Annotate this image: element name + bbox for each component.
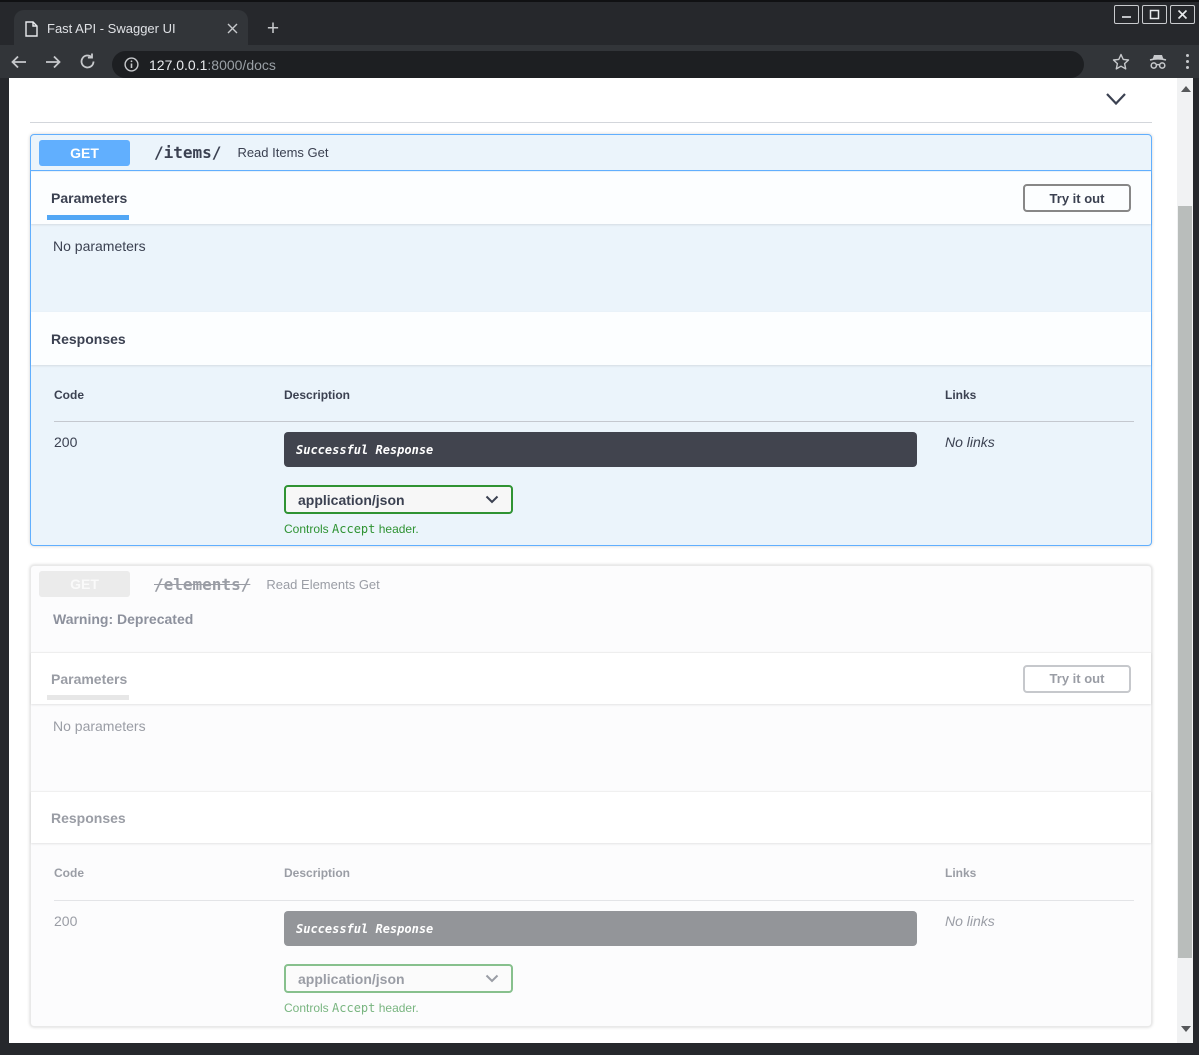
reload-icon[interactable] — [72, 48, 102, 76]
response-description: Successful Response — [296, 922, 433, 936]
chevron-down-icon[interactable] — [1105, 92, 1127, 106]
opblock-get-items: GET /items/ Read Items Get Parameters Tr… — [30, 134, 1152, 546]
response-code: 200 — [54, 434, 77, 450]
forward-arrow-icon[interactable] — [38, 48, 68, 76]
table-divider — [54, 900, 1134, 901]
browser-tab[interactable]: Fast API - Swagger UI — [14, 10, 248, 47]
endpoint-path: /items/ — [154, 143, 221, 162]
hint-suffix: header. — [375, 1001, 418, 1015]
hint-suffix: header. — [375, 522, 418, 536]
section-divider — [30, 122, 1152, 123]
scrollbar-thumb[interactable] — [1178, 206, 1192, 958]
url-bar[interactable]: 127.0.0.1:8000/docs — [112, 51, 1084, 78]
try-it-out-button[interactable]: Try it out — [1023, 665, 1131, 693]
no-parameters-text: No parameters — [53, 718, 146, 734]
hint-prefix: Controls — [284, 1001, 332, 1015]
close-button[interactable] — [1170, 5, 1195, 24]
response-description: Successful Response — [296, 443, 433, 457]
response-links: No links — [945, 434, 995, 450]
hint-prefix: Controls — [284, 522, 332, 536]
url-text: 127.0.0.1:8000/docs — [149, 57, 276, 73]
try-it-out-button[interactable]: Try it out — [1023, 184, 1131, 212]
responses-header: Responses — [31, 791, 1151, 843]
table-divider — [54, 421, 1134, 422]
accept-header-hint: Controls Accept header. — [284, 1001, 419, 1015]
endpoint-summary: Read Items Get — [237, 145, 328, 160]
tab-title: Fast API - Swagger UI — [47, 21, 227, 36]
new-tab-button[interactable]: + — [260, 16, 286, 42]
chevron-down-icon — [485, 974, 499, 983]
response-links: No links — [945, 913, 995, 929]
scrollbar-up-arrow[interactable] — [1181, 86, 1191, 92]
maximize-button[interactable] — [1142, 5, 1167, 24]
chevron-down-icon — [485, 495, 499, 504]
accept-header-hint: Controls Accept header. — [284, 522, 419, 536]
column-header-description: Description — [284, 866, 350, 880]
opblock-get-elements-deprecated: GET /elements/ Read Elements Get Warning… — [30, 565, 1152, 1027]
http-method-badge: GET — [39, 140, 130, 166]
column-header-code: Code — [54, 388, 84, 402]
column-header-description: Description — [284, 388, 350, 402]
opblock-summary[interactable]: GET /elements/ Read Elements Get — [31, 566, 1151, 602]
parameters-header: Parameters Try it out — [31, 652, 1151, 704]
deprecated-warning: Warning: Deprecated — [53, 611, 193, 627]
scrollbar-down-arrow[interactable] — [1181, 1026, 1191, 1032]
hint-code: Accept — [332, 1001, 375, 1015]
responses-title: Responses — [51, 331, 126, 347]
toolbar-right-icons — [1112, 45, 1189, 78]
hint-code: Accept — [332, 522, 375, 536]
kebab-menu-icon[interactable] — [1186, 54, 1189, 69]
opblock-summary[interactable]: GET /items/ Read Items Get — [31, 135, 1151, 171]
media-type-select[interactable]: application/json — [284, 964, 513, 993]
tab-parameters[interactable]: Parameters — [51, 653, 127, 704]
column-header-code: Code — [54, 866, 84, 880]
response-description-box: Successful Response — [284, 432, 917, 467]
document-icon — [24, 21, 38, 37]
responses-header: Responses — [31, 312, 1151, 365]
incognito-icon[interactable] — [1147, 53, 1169, 71]
minimize-button[interactable] — [1114, 5, 1139, 24]
column-header-links: Links — [945, 866, 976, 880]
responses-title: Responses — [51, 810, 126, 826]
response-code: 200 — [54, 913, 77, 929]
media-type-value: application/json — [298, 971, 405, 987]
browser-titlebar: Fast API - Swagger UI + — [0, 0, 1199, 45]
parameters-header: Parameters Try it out — [31, 172, 1151, 224]
info-icon[interactable] — [124, 57, 139, 72]
star-icon[interactable] — [1112, 53, 1130, 71]
browser-window: Fast API - Swagger UI + — [0, 0, 1199, 1055]
response-description-box: Successful Response — [284, 911, 917, 946]
url-path: :8000/docs — [207, 57, 276, 73]
media-type-select[interactable]: application/json — [284, 485, 513, 514]
endpoint-path: /elements/ — [154, 575, 250, 594]
media-type-value: application/json — [298, 492, 405, 508]
tab-parameters[interactable]: Parameters — [51, 172, 127, 224]
column-header-links: Links — [945, 388, 976, 402]
window-controls — [1114, 5, 1195, 24]
url-host: 127.0.0.1 — [149, 57, 207, 73]
tab-close-icon[interactable] — [227, 23, 238, 34]
no-parameters-text: No parameters — [53, 238, 146, 254]
endpoint-summary: Read Elements Get — [266, 577, 379, 592]
back-arrow-icon[interactable] — [4, 48, 34, 76]
http-method-badge: GET — [39, 571, 130, 597]
page-scrollbar[interactable] — [1177, 78, 1193, 1043]
page-viewport: items GET /items/ Read Items Get Paramet… — [9, 78, 1177, 1043]
